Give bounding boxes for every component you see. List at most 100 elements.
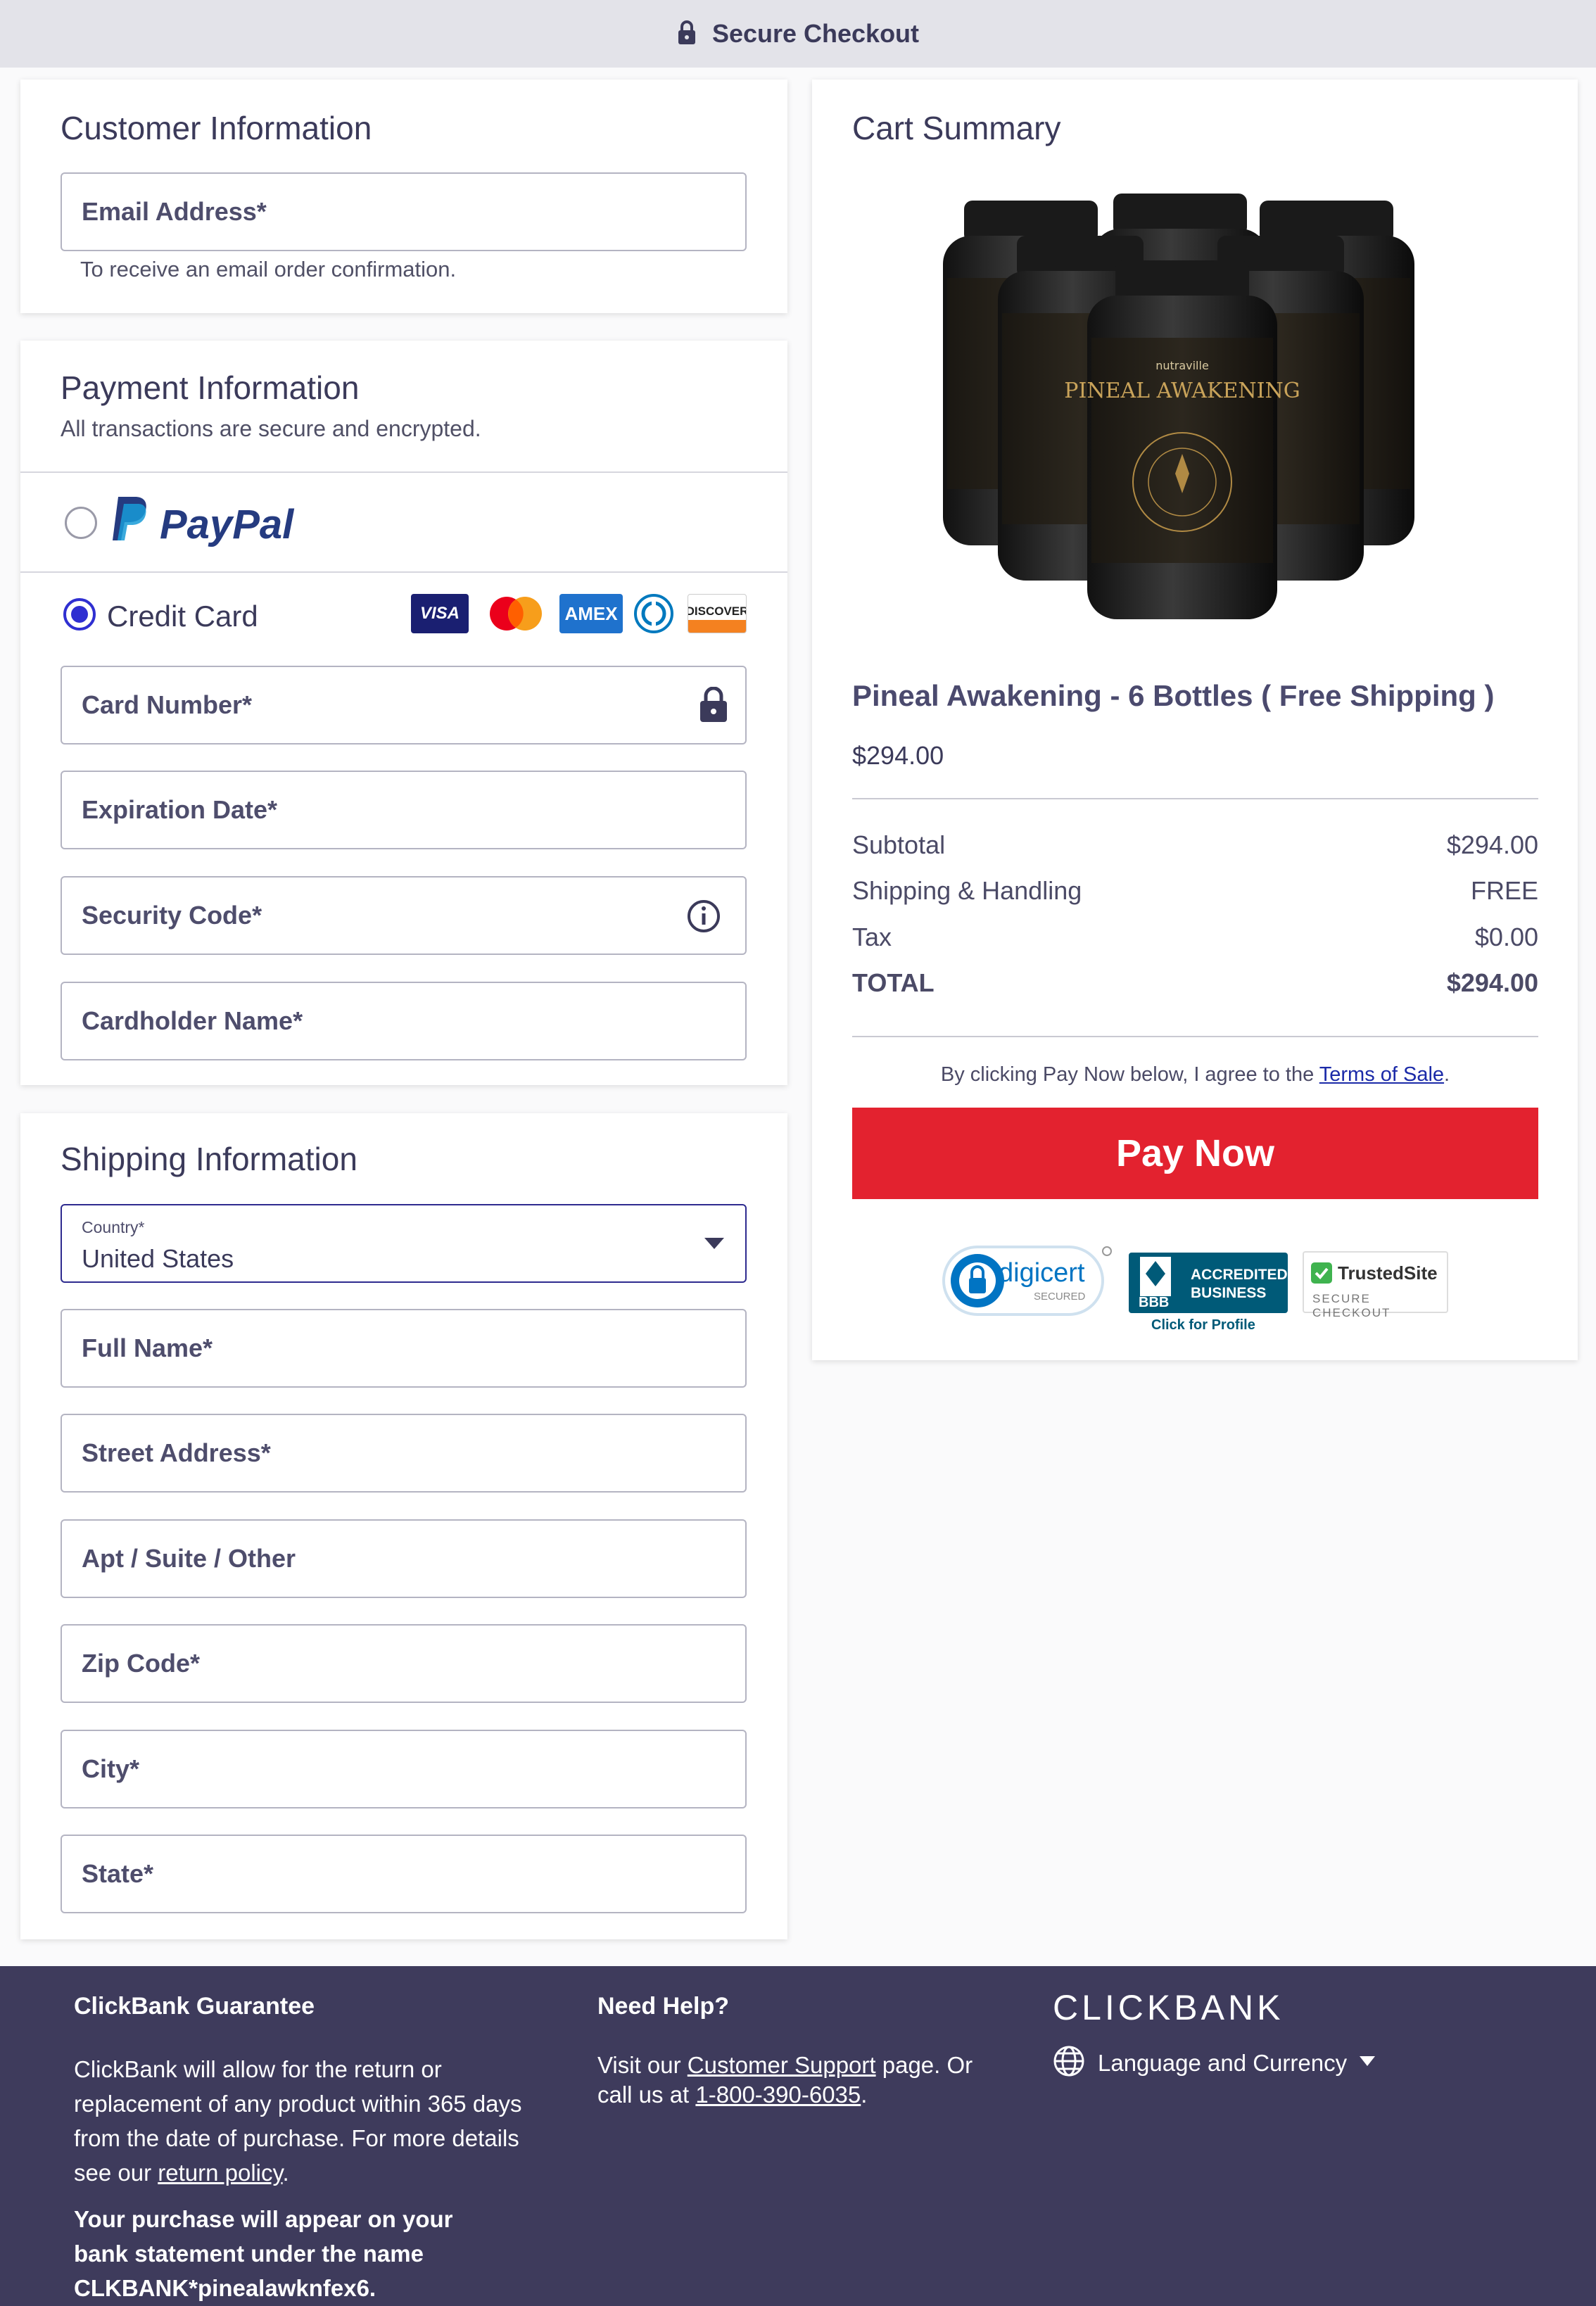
subtotal-row: Subtotal $294.00 bbox=[852, 830, 1538, 860]
bbb-click-label: Click for Profile bbox=[1151, 1317, 1255, 1333]
product-price: $294.00 bbox=[852, 741, 944, 770]
shipping-information-card: Shipping Information Country* United Sta… bbox=[20, 1113, 787, 1939]
total-label: TOTAL bbox=[852, 968, 935, 997]
chevron-down-icon bbox=[1360, 2056, 1376, 2070]
credit-card-label: Credit Card bbox=[107, 600, 258, 633]
subtotal-label: Subtotal bbox=[852, 830, 946, 859]
chevron-down-icon bbox=[704, 1238, 724, 1253]
security-code-label: Security Code* bbox=[82, 901, 262, 930]
product-name: Pineal Awakening - 6 Bottles ( Free Ship… bbox=[852, 679, 1495, 712]
svg-text:PINEAL AWAKENING: PINEAL AWAKENING bbox=[1064, 379, 1300, 403]
customer-information-card: Customer Information Email Address* To r… bbox=[20, 80, 787, 313]
payment-subtitle: All transactions are secure and encrypte… bbox=[61, 416, 481, 441]
diners-club-icon bbox=[633, 594, 675, 633]
tax-row: Tax $0.00 bbox=[852, 923, 1538, 952]
paypal-radio[interactable] bbox=[65, 507, 97, 539]
payment-information-card: Payment Information All transactions are… bbox=[20, 341, 787, 1085]
secure-checkout-header: Secure Checkout bbox=[0, 0, 1596, 68]
tax-label: Tax bbox=[852, 923, 892, 951]
street-address-label: Street Address* bbox=[82, 1438, 271, 1467]
cart-summary-title: Cart Summary bbox=[852, 110, 1061, 146]
footer: ClickBank Guarantee ClickBank will allow… bbox=[0, 1966, 1596, 2306]
return-policy-link[interactable]: return policy bbox=[158, 2160, 282, 2186]
statement-text: Your purchase will appear on your bank s… bbox=[74, 2206, 453, 2301]
trustedsite-secure-label: SECURE CHECKOUT bbox=[1312, 1292, 1391, 1319]
city-label: City* bbox=[82, 1754, 140, 1783]
info-icon[interactable] bbox=[686, 899, 721, 937]
help-title: Need Help? bbox=[597, 1993, 730, 2020]
bbb-accredited-label: ACCREDITED bbox=[1191, 1267, 1288, 1283]
shipping-value: FREE bbox=[1470, 876, 1538, 905]
bbb-logo-label: BBB bbox=[1139, 1295, 1170, 1310]
state-label: State* bbox=[82, 1859, 154, 1888]
mastercard-icon bbox=[486, 594, 546, 633]
credit-card-radio[interactable] bbox=[63, 598, 96, 631]
credit-card-option[interactable]: Credit Card VISA AMEX DISCOVER bbox=[20, 573, 787, 657]
phone-link[interactable]: 1-800-390-6035 bbox=[695, 2082, 861, 2108]
shipping-row: Shipping & Handling FREE bbox=[852, 876, 1538, 906]
shipping-information-title: Shipping Information bbox=[61, 1141, 357, 1177]
pay-now-button[interactable]: Pay Now bbox=[852, 1108, 1538, 1199]
lock-icon bbox=[677, 20, 697, 49]
guarantee-title: ClickBank Guarantee bbox=[74, 1993, 315, 2020]
full-name-field[interactable]: Full Name* bbox=[61, 1309, 747, 1388]
cart-divider-top bbox=[852, 798, 1538, 799]
email-label: Email Address* bbox=[82, 197, 267, 226]
visa-icon: VISA bbox=[411, 594, 469, 633]
product-image: PINEAL AWAKENING nutraville bbox=[929, 186, 1436, 630]
email-field[interactable]: Email Address* bbox=[61, 172, 747, 251]
expiration-date-label: Expiration Date* bbox=[82, 795, 278, 824]
country-select[interactable]: Country* United States bbox=[61, 1204, 747, 1283]
digicert-label: digicert bbox=[999, 1258, 1085, 1288]
terms-prefix: By clicking Pay Now below, I agree to th… bbox=[940, 1063, 1319, 1086]
trustedsite-badge[interactable]: TrustedSite SECURE CHECKOUT bbox=[1303, 1251, 1448, 1319]
state-field[interactable]: State* bbox=[61, 1835, 747, 1913]
bbb-badge[interactable]: BBB ACCREDITED BUSINESS Click for Profil… bbox=[1129, 1253, 1288, 1334]
customer-support-link[interactable]: Customer Support bbox=[688, 2052, 876, 2078]
clickbank-logo: CLICKBANK bbox=[1053, 1988, 1284, 2027]
country-label: Country* bbox=[82, 1218, 145, 1236]
terms-agreement: By clicking Pay Now below, I agree to th… bbox=[852, 1063, 1538, 1087]
paypal-logo-icon bbox=[108, 494, 151, 547]
terms-of-sale-link[interactable]: Terms of Sale bbox=[1319, 1063, 1444, 1086]
card-number-label: Card Number* bbox=[82, 690, 253, 719]
total-value: $294.00 bbox=[1446, 968, 1538, 997]
paypal-option[interactable]: PayPal bbox=[20, 473, 787, 571]
amex-icon: AMEX bbox=[559, 594, 623, 633]
apt-suite-field[interactable]: Apt / Suite / Other bbox=[61, 1519, 747, 1598]
terms-suffix: . bbox=[1444, 1063, 1450, 1086]
shipping-label: Shipping & Handling bbox=[852, 876, 1082, 905]
zip-code-field[interactable]: Zip Code* bbox=[61, 1624, 747, 1703]
card-number-field[interactable]: Card Number* bbox=[61, 666, 747, 745]
country-value: United States bbox=[82, 1244, 234, 1273]
paypal-label: PayPal bbox=[160, 502, 294, 547]
zip-code-label: Zip Code* bbox=[82, 1649, 200, 1678]
security-code-field[interactable]: Security Code* bbox=[61, 876, 747, 955]
tax-value: $0.00 bbox=[1474, 923, 1538, 951]
email-help-text: To receive an email order confirmation. bbox=[80, 257, 457, 281]
digicert-badge[interactable]: digicert SECURED bbox=[941, 1244, 1113, 1317]
help-text: Visit our Customer Support page. Or call… bbox=[597, 2052, 973, 2108]
header-title: Secure Checkout bbox=[711, 19, 920, 48]
globe-icon bbox=[1053, 2045, 1085, 2081]
language-currency-selector[interactable]: Language and Currency bbox=[1053, 2045, 1376, 2081]
apt-suite-label: Apt / Suite / Other bbox=[82, 1544, 296, 1573]
street-address-field[interactable]: Street Address* bbox=[61, 1414, 747, 1493]
svg-text:nutraville: nutraville bbox=[1155, 359, 1209, 372]
lock-icon bbox=[699, 686, 728, 727]
customer-information-title: Customer Information bbox=[61, 110, 372, 146]
language-currency-label: Language and Currency bbox=[1098, 2049, 1348, 2076]
city-field[interactable]: City* bbox=[61, 1730, 747, 1808]
digicert-secured-label: SECURED bbox=[1034, 1291, 1086, 1303]
trustedsite-label: TrustedSite bbox=[1338, 1262, 1438, 1284]
subtotal-value: $294.00 bbox=[1446, 830, 1538, 859]
total-row: TOTAL $294.00 bbox=[852, 968, 1538, 998]
bbb-business-label: BUSINESS bbox=[1191, 1285, 1267, 1301]
cardholder-name-field[interactable]: Cardholder Name* bbox=[61, 982, 747, 1060]
full-name-label: Full Name* bbox=[82, 1333, 213, 1362]
expiration-date-field[interactable]: Expiration Date* bbox=[61, 771, 747, 849]
cardholder-name-label: Cardholder Name* bbox=[82, 1006, 303, 1035]
discover-icon: DISCOVER bbox=[688, 594, 747, 633]
guarantee-text: ClickBank will allow for the return or r… bbox=[74, 2056, 522, 2186]
payment-information-title: Payment Information bbox=[61, 369, 360, 406]
